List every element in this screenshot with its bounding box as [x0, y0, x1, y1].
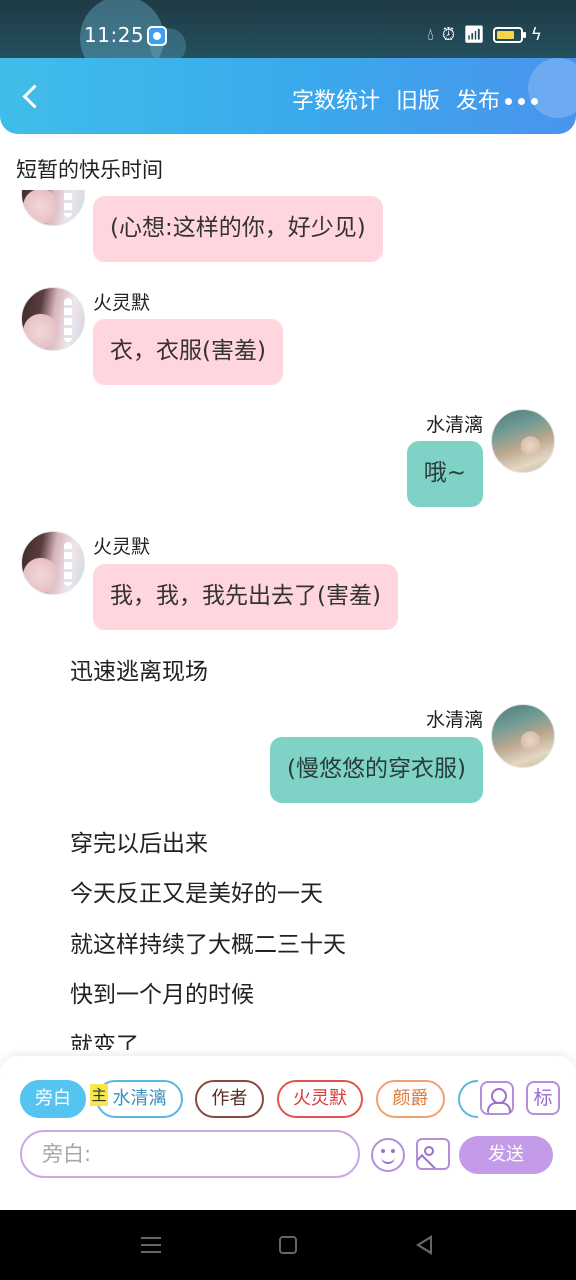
send-button[interactable]: 发送: [459, 1136, 553, 1174]
avatar-huo[interactable]: [21, 531, 85, 595]
sender-name: 火灵默: [93, 292, 151, 314]
message-bubble[interactable]: 我，我，我先出去了(害羞): [93, 564, 398, 630]
recents-icon[interactable]: [141, 1237, 161, 1253]
person-icon[interactable]: [480, 1081, 514, 1115]
sender-name: 水清漓: [425, 414, 483, 436]
input-panel: 旁白 水清漓 作者 火灵默 颜爵 标 发送: [0, 1056, 576, 1210]
header-actions: 字数统计 旧版 发布: [292, 88, 500, 116]
mark-button[interactable]: 标: [526, 1081, 560, 1115]
image-icon[interactable]: [416, 1138, 450, 1170]
status-bar: 11:25 💧︎ ⏰︎ 📶︎ ϟ: [0, 0, 576, 80]
narration-line[interactable]: 就变了: [70, 1026, 139, 1050]
back-icon[interactable]: [18, 84, 48, 114]
emoji-icon[interactable]: [371, 1138, 405, 1172]
back-triangle-icon[interactable]: [416, 1235, 432, 1255]
avatar-huo[interactable]: [21, 190, 85, 226]
sender-name: 火灵默: [93, 536, 151, 558]
water-drop-icon: 💧︎: [427, 25, 434, 45]
role-chip-narration[interactable]: 旁白: [20, 1080, 86, 1118]
story-title: 短暂的快乐时间: [16, 158, 163, 182]
charging-icon: ϟ: [530, 25, 542, 45]
main-character-tag: 主: [90, 1084, 108, 1106]
alarm-icon: ⏰︎: [441, 25, 456, 45]
status-icons: 💧︎ ⏰︎ 📶︎ ϟ: [427, 24, 542, 46]
narration-line[interactable]: 快到一个月的时候: [70, 975, 254, 1009]
publish-button[interactable]: 发布: [456, 88, 500, 116]
more-dots-icon[interactable]: [505, 98, 538, 105]
role-chip-partial[interactable]: [458, 1080, 478, 1118]
narration-input[interactable]: [20, 1130, 360, 1178]
avatar-huo[interactable]: [21, 287, 85, 351]
wifi-icon: 📶︎: [463, 25, 485, 45]
chat-area[interactable]: (心想:这样的你，好少见) 火灵默 衣，衣服(害羞) 水清漓 哦~ 火灵默 我，…: [0, 190, 576, 1050]
old-version-button[interactable]: 旧版: [396, 88, 440, 116]
message-bubble[interactable]: (心想:这样的你，好少见): [93, 196, 383, 262]
message-bubble[interactable]: 哦~: [406, 441, 483, 507]
word-count-button[interactable]: 字数统计: [292, 88, 380, 116]
narration-line[interactable]: 穿完以后出来: [70, 824, 208, 858]
decor-bubble: [528, 58, 576, 118]
narration-line[interactable]: 今天反正又是美好的一天: [70, 874, 323, 908]
role-chip-shui[interactable]: 水清漓: [96, 1080, 183, 1118]
sender-name: 水清漓: [425, 709, 483, 731]
app-notification-icon: [147, 26, 167, 46]
status-time: 11:25: [84, 23, 145, 47]
narration-line[interactable]: 就这样持续了大概二三十天: [70, 925, 346, 959]
battery-icon: [492, 27, 526, 43]
role-chip-author[interactable]: 作者: [195, 1080, 264, 1118]
top-app-bar: 字数统计 旧版 发布: [0, 58, 576, 134]
home-icon[interactable]: [279, 1236, 297, 1254]
role-chip-huo[interactable]: 火灵默: [277, 1080, 363, 1118]
message-bubble[interactable]: 衣，衣服(害羞): [93, 319, 283, 385]
avatar-shui[interactable]: [491, 704, 555, 768]
system-nav-bar: [0, 1210, 576, 1280]
role-chip-yan[interactable]: 颜爵: [376, 1080, 445, 1118]
narration-line[interactable]: 迅速逃离现场: [70, 652, 208, 686]
avatar-shui[interactable]: [491, 409, 555, 473]
message-bubble[interactable]: (慢悠悠的穿衣服): [270, 737, 483, 803]
